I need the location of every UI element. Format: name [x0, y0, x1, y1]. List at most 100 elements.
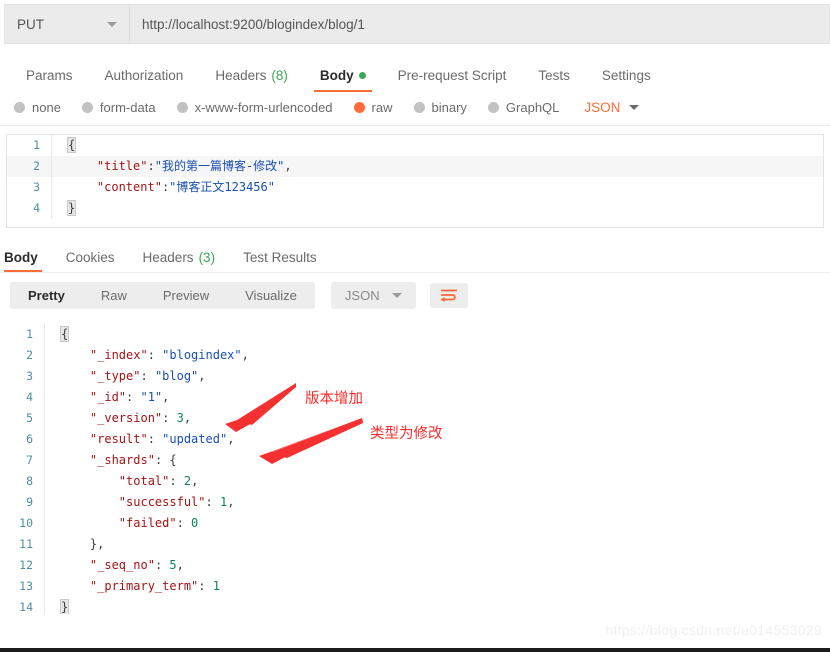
fold-column [44, 513, 59, 534]
tab-headers-label: Headers [215, 68, 267, 83]
fold-column [44, 429, 59, 450]
code-line: 2 "title":"我的第一篇博客-修改", [7, 156, 823, 177]
line-number: 3 [26, 369, 33, 383]
line-number: 10 [19, 516, 33, 530]
fold-column [44, 408, 59, 429]
url-input[interactable] [130, 5, 829, 43]
response-view-modes: Pretty Raw Preview Visualize [10, 282, 315, 309]
fold-column [44, 450, 59, 471]
code-text: "result": "updated", [89, 432, 235, 446]
code-line: 5 "_version": 3, [0, 408, 830, 429]
tab-body[interactable]: Body [304, 68, 382, 92]
resp-tab-headers[interactable]: Headers (3) [129, 250, 230, 272]
word-wrap-button[interactable] [429, 283, 468, 308]
code-text: "failed": 0 [118, 516, 199, 530]
code-line: 10 "failed": 0 [0, 513, 830, 534]
body-type-options: none form-data x-www-form-urlencoded raw… [0, 92, 830, 126]
watermark: https://blog.csdn.net/u014553029 [605, 622, 822, 638]
radio-icon [81, 102, 93, 113]
code-text: "_type": "blog", [89, 369, 206, 383]
request-body-editor[interactable]: 1 {2 "title":"我的第一篇博客-修改", 3 "content":"博客… [6, 134, 824, 228]
body-type-raw-label: raw [371, 100, 393, 115]
body-type-graphql-label: GraphQL [505, 100, 560, 115]
code-text: "_version": 3, [89, 411, 192, 425]
tab-params[interactable]: Params [10, 68, 89, 92]
radio-icon [413, 102, 425, 113]
line-number: 4 [33, 201, 40, 215]
tab-headers[interactable]: Headers (8) [199, 68, 304, 92]
request-url-bar: PUT [4, 4, 830, 44]
fold-column [51, 177, 66, 198]
code-line: 3 "content":"博客正文123456" [7, 177, 823, 198]
tab-settings-label: Settings [601, 68, 651, 83]
body-type-form-data[interactable]: form-data [81, 100, 156, 115]
code-text: "total": 2, [118, 474, 199, 488]
headers-count-badge: (8) [271, 68, 288, 83]
resp-tab-cookies-label: Cookies [65, 250, 115, 265]
body-type-urlencoded-label: x-www-form-urlencoded [194, 100, 333, 115]
tab-body-label: Body [319, 68, 354, 83]
response-code[interactable]: 1{2 "_index": "blogindex", 3 "_type": "bl… [0, 324, 830, 614]
code-line: 6 "result": "updated", [0, 429, 830, 450]
response-body-viewer[interactable]: 1{2 "_index": "blogindex", 3 "_type": "bl… [0, 318, 830, 614]
body-type-graphql[interactable]: GraphQL [487, 100, 560, 115]
line-number: 1 [33, 138, 40, 152]
line-number: 12 [19, 558, 33, 572]
radio-icon [176, 102, 188, 113]
tab-authorization[interactable]: Authorization [89, 68, 200, 92]
http-method-select[interactable]: PUT [5, 5, 130, 43]
resp-headers-count-badge: (3) [198, 250, 216, 265]
code-line: 13 "_primary_term": 1 [0, 576, 830, 597]
tab-authorization-label: Authorization [104, 68, 184, 83]
code-text: } [59, 599, 70, 614]
view-mode-pretty[interactable]: Pretty [10, 282, 83, 309]
body-type-none-label: none [32, 100, 61, 115]
fold-column [44, 534, 59, 555]
code-text: "successful": 1, [118, 495, 235, 509]
fold-column [51, 135, 66, 156]
tab-tests-label: Tests [538, 68, 570, 83]
bottom-bar [0, 648, 830, 652]
fold-column [44, 471, 59, 492]
response-format-select[interactable]: JSON [330, 282, 416, 309]
code-text: { [66, 137, 77, 153]
line-number: 1 [26, 327, 33, 341]
word-wrap-icon [440, 289, 457, 303]
body-type-binary[interactable]: binary [413, 100, 467, 115]
code-line: 7 "_shards": { [0, 450, 830, 471]
view-mode-visualize[interactable]: Visualize [227, 282, 315, 309]
code-text: "content":"博客正文123456" [96, 180, 275, 194]
line-number: 5 [26, 411, 33, 425]
fold-column [44, 492, 59, 513]
view-mode-raw[interactable]: Raw [83, 282, 145, 309]
request-code[interactable]: 1 {2 "title":"我的第一篇博客-修改", 3 "content":"博客… [7, 135, 823, 219]
code-text: }, [61, 537, 105, 551]
fold-column [44, 576, 59, 597]
response-toolbar: Pretty Raw Preview Visualize JSON [0, 273, 830, 318]
code-text: "_shards": { [89, 453, 177, 467]
resp-tab-body[interactable]: Body [0, 250, 52, 272]
request-format-select[interactable]: JSON [584, 100, 640, 115]
fold-column [44, 324, 59, 345]
chevron-down-icon [107, 21, 117, 27]
tab-tests[interactable]: Tests [522, 68, 586, 92]
body-type-raw[interactable]: raw [353, 100, 393, 115]
tab-settings[interactable]: Settings [586, 68, 667, 92]
body-type-binary-label: binary [431, 100, 467, 115]
http-method-value: PUT [17, 16, 44, 32]
line-number: 13 [19, 579, 33, 593]
code-text: { [59, 326, 70, 342]
resp-tab-body-label: Body [4, 250, 38, 265]
body-type-none[interactable]: none [14, 100, 61, 115]
chevron-down-icon [391, 293, 402, 298]
line-number: 8 [26, 474, 33, 488]
line-number: 14 [19, 600, 33, 614]
resp-tab-cookies[interactable]: Cookies [52, 250, 129, 272]
resp-tab-test-results[interactable]: Test Results [229, 250, 331, 272]
code-text: "title":"我的第一篇博客-修改", [96, 159, 292, 173]
tab-pre-request-script[interactable]: Pre-request Script [382, 68, 523, 92]
line-number: 11 [19, 537, 33, 551]
fold-column [51, 198, 66, 219]
body-type-urlencoded[interactable]: x-www-form-urlencoded [176, 100, 333, 115]
view-mode-preview[interactable]: Preview [145, 282, 227, 309]
